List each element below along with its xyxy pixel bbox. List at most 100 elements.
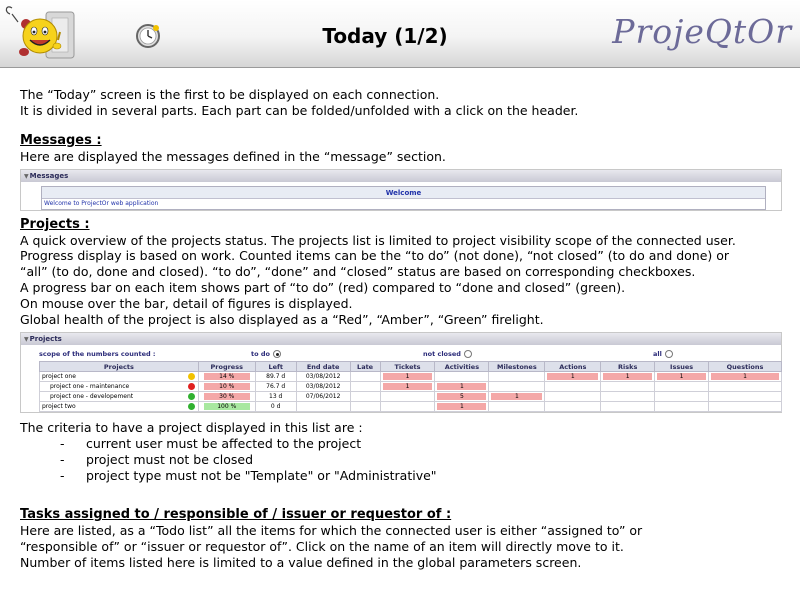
activities-cell [434, 371, 490, 382]
scope-option-todo-label: to do [251, 350, 270, 358]
risks-cell[interactable]: 1 [600, 371, 656, 382]
col-projects: Projects [39, 361, 199, 372]
tasks-text-line-2: “responsible of” or “issuer or requestor… [20, 539, 624, 554]
milestones-cell [488, 371, 546, 382]
late-cell [349, 381, 381, 392]
scope-option-not-closed[interactable]: not closed [423, 350, 472, 358]
criteria-item-text: project type must not be "Template" or "… [86, 468, 437, 483]
end-date-cell [295, 401, 351, 412]
tasks-section-title: Tasks assigned to / responsible of / iss… [20, 507, 452, 522]
actions-cell[interactable]: 1 [544, 371, 602, 382]
col-end-date: End date [295, 361, 351, 372]
progress-cell[interactable]: 100 % [197, 401, 256, 412]
page-title: Today (1/2) [322, 24, 448, 48]
questions-cell [708, 381, 782, 392]
message-row[interactable]: Welcome to ProjectOr web application [42, 199, 765, 209]
milestones-cell[interactable]: 1 [488, 391, 546, 402]
col-questions: Questions [708, 361, 782, 372]
left-cell: 0 d [254, 401, 297, 412]
project-name-cell[interactable]: project one - developement [39, 391, 199, 402]
tickets-cell[interactable]: 1 [379, 381, 436, 392]
actions-count[interactable]: 1 [547, 373, 599, 380]
clock-icon[interactable] [134, 22, 162, 50]
bullet-dash-icon: - [60, 436, 65, 451]
questions-count[interactable]: 1 [711, 373, 779, 380]
actions-cell [544, 391, 602, 402]
project-name-cell[interactable]: project one [39, 371, 199, 382]
tickets-cell [379, 401, 436, 412]
bullet-dash-icon: - [60, 452, 65, 467]
project-row[interactable]: project one - developement 30 % 13 d 07/06/… [39, 391, 782, 402]
project-name[interactable]: project two [42, 403, 76, 410]
activities-count[interactable]: 1 [437, 383, 487, 390]
projects-table: Projects Progress Left End date Late Tic… [39, 361, 782, 412]
criteria-item-text: project must not be closed [86, 452, 254, 467]
messages-panel-title: Messages [29, 172, 69, 180]
activities-count[interactable]: 1 [437, 403, 487, 410]
health-light-icon [187, 373, 195, 380]
activities-cell[interactable]: 5 [434, 391, 490, 402]
activities-cell[interactable]: 1 [434, 401, 490, 412]
radio-icon[interactable] [664, 350, 673, 358]
triangle-down-icon: ▼ [24, 336, 29, 343]
progress-bar[interactable]: 10 % [203, 383, 250, 390]
smiley-mascot-logo-icon [5, 6, 75, 59]
col-progress: Progress [197, 361, 256, 372]
col-issues: Issues [654, 361, 710, 372]
health-light-icon [187, 403, 195, 410]
project-name[interactable]: project one [42, 373, 76, 380]
projects-panel-header[interactable]: ▼Projects [21, 333, 781, 345]
header-bar: Today (1/2) ProjeQtOr [0, 0, 800, 68]
progress-bar[interactable]: 100 % [203, 403, 250, 410]
issues-count[interactable]: 1 [657, 373, 707, 380]
project-name[interactable]: project one - maintenance [42, 383, 129, 390]
intro-line-1: The “Today” screen is the first to be di… [20, 87, 440, 102]
tickets-cell[interactable]: 1 [379, 371, 436, 382]
criteria-intro: The criteria to have a project displayed… [20, 420, 363, 435]
activities-count[interactable]: 5 [437, 393, 487, 400]
bullet-dash-icon: - [60, 468, 65, 483]
issues-cell[interactable]: 1 [654, 371, 710, 382]
progress-cell[interactable]: 14 % [197, 371, 256, 382]
project-name-cell[interactable]: project one - maintenance [39, 381, 199, 392]
milestones-count[interactable]: 1 [491, 393, 543, 400]
radio-icon[interactable] [463, 350, 472, 358]
health-light-icon [187, 383, 195, 390]
health-light-icon [187, 393, 195, 400]
project-row[interactable]: project one 14 % 89.7 d 03/08/2012 1 1 1 1 1 [39, 371, 782, 382]
scope-label: scope of the numbers counted : [39, 350, 156, 358]
messages-panel: ▼Messages Welcome Welcome to ProjectOr w… [20, 169, 782, 211]
activities-cell[interactable]: 1 [434, 381, 490, 392]
risks-count[interactable]: 1 [603, 373, 653, 380]
late-cell [349, 391, 381, 402]
radio-selected-icon[interactable] [272, 350, 281, 358]
progress-cell[interactable]: 30 % [197, 391, 256, 402]
milestones-cell [488, 401, 546, 412]
projects-panel-title: Projects [29, 335, 62, 343]
project-name[interactable]: project one - developement [42, 393, 133, 400]
scope-option-todo[interactable]: to do [251, 350, 281, 358]
scope-option-all[interactable]: all [653, 350, 673, 358]
tickets-count[interactable]: 1 [382, 373, 433, 380]
questions-cell [708, 391, 782, 402]
questions-cell[interactable]: 1 [708, 371, 782, 382]
tickets-count[interactable]: 1 [382, 383, 433, 390]
questions-cell [708, 401, 782, 412]
project-row[interactable]: project one - maintenance 10 % 76.7 d 03/08… [39, 381, 782, 392]
scope-option-all-label: all [653, 350, 662, 358]
col-risks: Risks [600, 361, 656, 372]
scope-option-not-closed-label: not closed [423, 350, 461, 358]
progress-bar[interactable]: 30 % [203, 393, 250, 400]
messages-panel-header[interactable]: ▼Messages [21, 170, 781, 182]
progress-cell[interactable]: 10 % [197, 381, 256, 392]
risks-cell [600, 401, 656, 412]
projects-panel: ▼Projects scope of the numbers counted :… [20, 332, 782, 413]
project-name-cell[interactable]: project two [39, 401, 199, 412]
messages-section-title: Messages : [20, 133, 102, 148]
progress-bar[interactable]: 14 % [203, 373, 250, 380]
tasks-text-line-1: Here are listed, as a “Todo list” all th… [20, 523, 643, 538]
col-actions: Actions [544, 361, 602, 372]
project-row[interactable]: project two 100 % 0 d 1 [39, 401, 782, 412]
projects-text-line-1: A quick overview of the projects status.… [20, 233, 736, 248]
issues-cell [654, 401, 710, 412]
